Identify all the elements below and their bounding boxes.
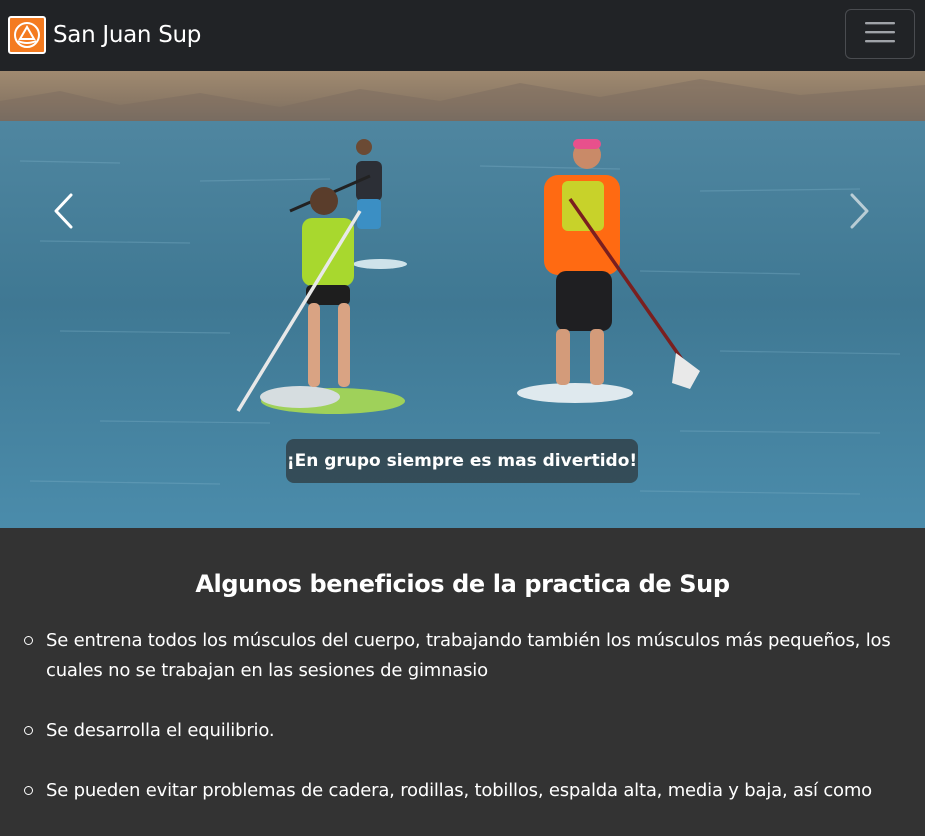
list-item: Se pueden evitar problemas de cadera, ro… xyxy=(0,776,925,806)
image-carousel: ¡En grupo siempre es mas divertido! xyxy=(0,71,925,528)
chevron-left-icon xyxy=(53,193,73,233)
bullet-icon xyxy=(24,786,33,795)
bullet-icon xyxy=(24,726,33,735)
benefits-list: Se entrena todos los músculos del cuerpo… xyxy=(0,626,925,836)
section-title: Algunos beneficios de la practica de Sup xyxy=(195,570,730,598)
benefit-text: Se pueden evitar problemas de cadera, ro… xyxy=(46,780,872,801)
hamburger-menu-icon xyxy=(864,20,896,48)
chevron-right-icon xyxy=(850,193,870,233)
brand-link[interactable]: San Juan Sup xyxy=(8,15,201,55)
carousel-next-button[interactable] xyxy=(815,186,905,240)
list-item: Se desarrolla el equilibrio. xyxy=(0,716,925,746)
carousel-caption: ¡En grupo siempre es mas divertido! xyxy=(286,439,638,483)
benefit-text: Se desarrolla el equilibrio. xyxy=(46,720,275,741)
bullet-icon xyxy=(24,636,33,645)
carousel-prev-button[interactable] xyxy=(18,186,108,240)
navbar-toggler-button[interactable] xyxy=(845,9,915,59)
sup-logo-icon xyxy=(8,16,46,54)
benefit-text: Se entrena todos los músculos del cuerpo… xyxy=(46,630,891,681)
brand-name: San Juan Sup xyxy=(53,22,202,48)
navbar: San Juan Sup xyxy=(0,0,925,71)
benefits-section: Algunos beneficios de la practica de Sup… xyxy=(0,528,925,808)
list-item: Se entrena todos los músculos del cuerpo… xyxy=(0,626,925,686)
